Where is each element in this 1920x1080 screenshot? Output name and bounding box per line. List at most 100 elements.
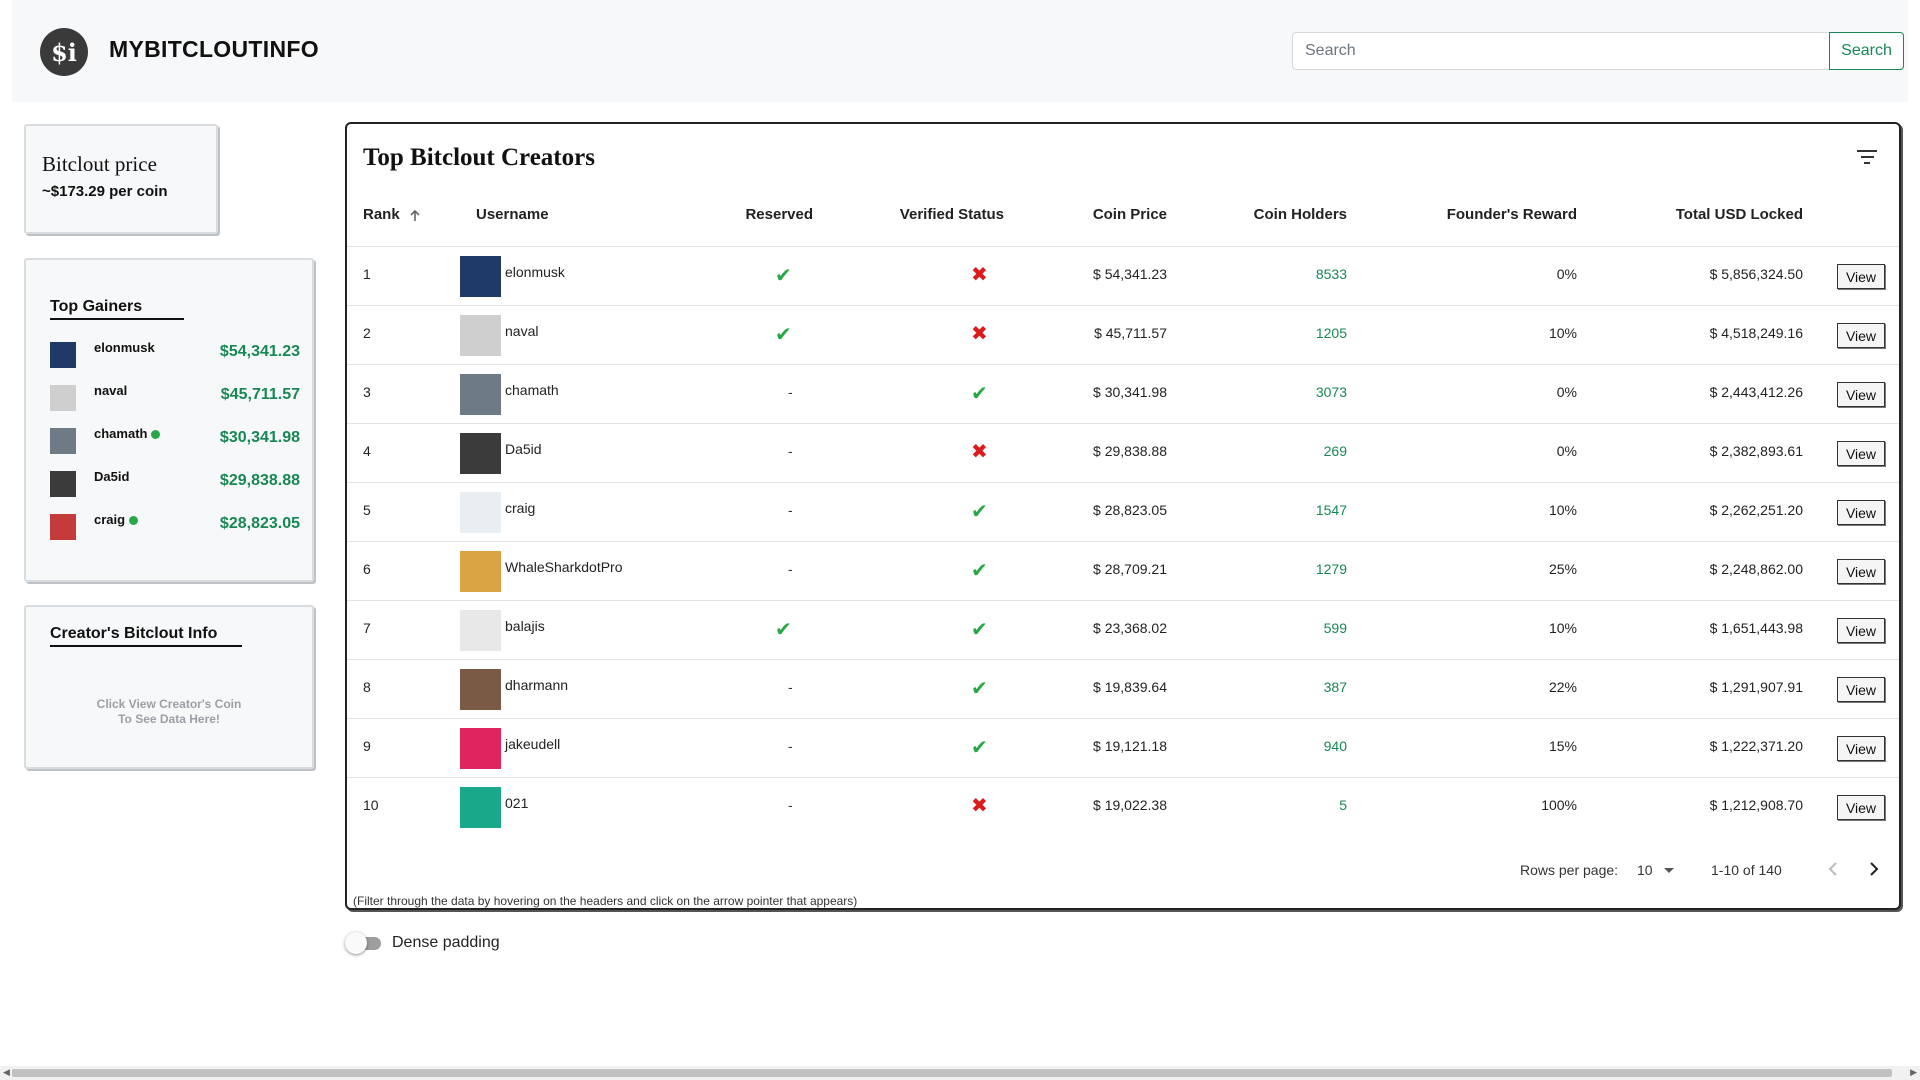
rank-cell: 5	[363, 502, 371, 518]
avatar	[460, 551, 501, 592]
column-header-coin-price[interactable]: Coin Price	[1047, 206, 1167, 223]
rows-per-page-select[interactable]: 10	[1637, 862, 1676, 878]
scrollbar-thumb[interactable]	[12, 1069, 1892, 1077]
avatar	[460, 374, 501, 415]
username-cell: dharmann	[505, 677, 569, 693]
top-gainer-item[interactable]: Da5id $29,838.88	[50, 469, 300, 499]
search-input[interactable]	[1292, 32, 1830, 70]
coin-price-cell: $ 45,711.57	[1094, 325, 1167, 341]
caret-down-icon	[1664, 868, 1675, 873]
avatar	[50, 428, 76, 454]
founders-reward-cell: 100%	[1541, 797, 1577, 813]
top-gainer-name: chamath	[94, 426, 161, 441]
cross-icon: ✖	[971, 323, 988, 345]
top-gainer-username: Da5id	[94, 469, 130, 484]
username-cell: chamath	[505, 382, 559, 398]
top-gainer-item[interactable]: elonmusk $54,341.23	[50, 340, 300, 370]
bitclout-info-logo-icon[interactable]: $i	[40, 28, 88, 76]
column-header-verified-status[interactable]: Verified Status	[874, 206, 1004, 223]
column-header-reserved[interactable]: Reserved	[723, 206, 813, 223]
filter-list-icon[interactable]	[1857, 150, 1877, 166]
username-cell: naval	[505, 323, 539, 339]
view-button[interactable]: View	[1837, 795, 1885, 820]
horizontal-scrollbar[interactable]: ◀ ▶	[0, 1066, 1920, 1080]
table-row: 7 balajis ✔ ✔ $ 23,368.02 599 10% $ 1,651,443.9…	[347, 600, 1899, 659]
coin-price-cell: $ 28,709.21	[1093, 561, 1167, 577]
search-button[interactable]: Search	[1829, 32, 1904, 70]
username-cell: Da5id	[505, 441, 542, 457]
username-cell: elonmusk	[505, 264, 565, 280]
toggle-knob[interactable]	[345, 932, 367, 954]
founders-reward-cell: 22%	[1548, 679, 1577, 695]
table-row: 10 021 - ✖ $ 19,022.38 5 100% $ 1,212,908.70 Vie…	[347, 777, 1899, 836]
total-usd-locked-cell: $ 1,291,907.91	[1709, 679, 1803, 695]
view-button[interactable]: View	[1837, 264, 1885, 289]
rank-cell: 2	[363, 325, 371, 341]
creator-info-card: Creator's Bitclout Info Click View Creat…	[24, 605, 314, 769]
column-header-coin-holders[interactable]: Coin Holders	[1207, 206, 1347, 223]
rank-cell: 4	[363, 443, 371, 459]
scroll-right-icon[interactable]: ▶	[1910, 1067, 1917, 1078]
founders-reward-cell: 10%	[1548, 325, 1577, 341]
view-button[interactable]: View	[1837, 382, 1885, 407]
check-icon: ✔	[971, 737, 988, 759]
table-row: 2 naval ✔ ✖ $ 45,711.57 1205 10% $ 4,518,249.16…	[347, 305, 1899, 364]
avatar	[50, 471, 76, 497]
view-button[interactable]: View	[1837, 441, 1885, 466]
total-usd-locked-cell: $ 1,222,371.20	[1709, 738, 1803, 754]
check-icon: ✔	[971, 383, 988, 405]
view-button[interactable]: View	[1837, 618, 1885, 643]
creator-info-hint-line2: To See Data Here!	[118, 712, 220, 726]
column-header-rank[interactable]: Rank	[363, 206, 422, 223]
founders-reward-cell: 10%	[1548, 502, 1577, 518]
founders-reward-cell: 15%	[1548, 738, 1577, 754]
coin-holders-cell: 8533	[1315, 266, 1347, 282]
username-cell: balajis	[505, 618, 545, 634]
column-header-username[interactable]: Username	[476, 206, 549, 223]
founders-reward-cell: 25%	[1548, 561, 1577, 577]
total-usd-locked-cell: $ 1,651,443.98	[1709, 620, 1803, 636]
coin-holders-cell: 599	[1323, 620, 1347, 636]
avatar	[460, 433, 501, 474]
top-gainers-card: Top Gainers elonmusk $54,341.23 naval $45,7…	[24, 258, 314, 582]
view-button[interactable]: View	[1837, 323, 1885, 348]
total-usd-locked-cell: $ 5,856,324.50	[1709, 266, 1803, 282]
creator-info-title: Creator's Bitclout Info	[50, 625, 242, 647]
top-gainer-price: $28,823.05	[219, 515, 300, 532]
avatar	[460, 669, 501, 710]
empty-dash: -	[788, 797, 793, 813]
scroll-left-icon[interactable]: ◀	[3, 1067, 10, 1078]
rank-cell: 1	[363, 266, 371, 282]
next-page-icon[interactable]	[1864, 860, 1882, 878]
pagination-range: 1-10 of 140	[1711, 862, 1782, 878]
username-cell: jakeudell	[505, 736, 561, 752]
top-gainer-item[interactable]: craig $28,823.05	[50, 512, 300, 542]
view-button[interactable]: View	[1837, 500, 1885, 525]
avatar	[50, 514, 76, 540]
total-usd-locked-cell: $ 2,248,862.00	[1709, 561, 1803, 577]
column-header-founders-reward[interactable]: Founder's Reward	[1387, 206, 1577, 223]
founders-reward-cell: 10%	[1548, 620, 1577, 636]
avatar	[460, 787, 501, 828]
username-cell: craig	[505, 500, 536, 516]
avatar	[50, 342, 76, 368]
view-button[interactable]: View	[1837, 677, 1885, 702]
empty-dash: -	[788, 443, 793, 459]
view-button[interactable]: View	[1837, 559, 1885, 584]
username-cell: 021	[505, 795, 529, 811]
empty-dash: -	[788, 502, 793, 518]
previous-page-icon[interactable]	[1825, 860, 1843, 878]
view-button[interactable]: View	[1837, 736, 1885, 761]
coin-holders-cell: 1205	[1315, 325, 1347, 341]
avatar	[460, 256, 501, 297]
bitclout-price-value: ~$173.29 per coin	[42, 183, 168, 200]
check-icon: ✔	[971, 501, 988, 523]
top-gainer-item[interactable]: chamath $30,341.98	[50, 426, 300, 456]
column-header-total-usd-locked[interactable]: Total USD Locked	[1587, 206, 1803, 223]
table-row: 9 jakeudell - ✔ $ 19,121.18 940 15% $ 1,222,371…	[347, 718, 1899, 777]
column-header-rank-label: Rank	[363, 206, 400, 223]
top-gainer-item[interactable]: naval $45,711.57	[50, 383, 300, 413]
brand-title[interactable]: MYBITCLOUTINFO	[109, 36, 319, 63]
bitclout-price-card: Bitclout price ~$173.29 per coin	[24, 124, 218, 234]
dense-padding-toggle[interactable]: Dense padding	[345, 932, 545, 954]
